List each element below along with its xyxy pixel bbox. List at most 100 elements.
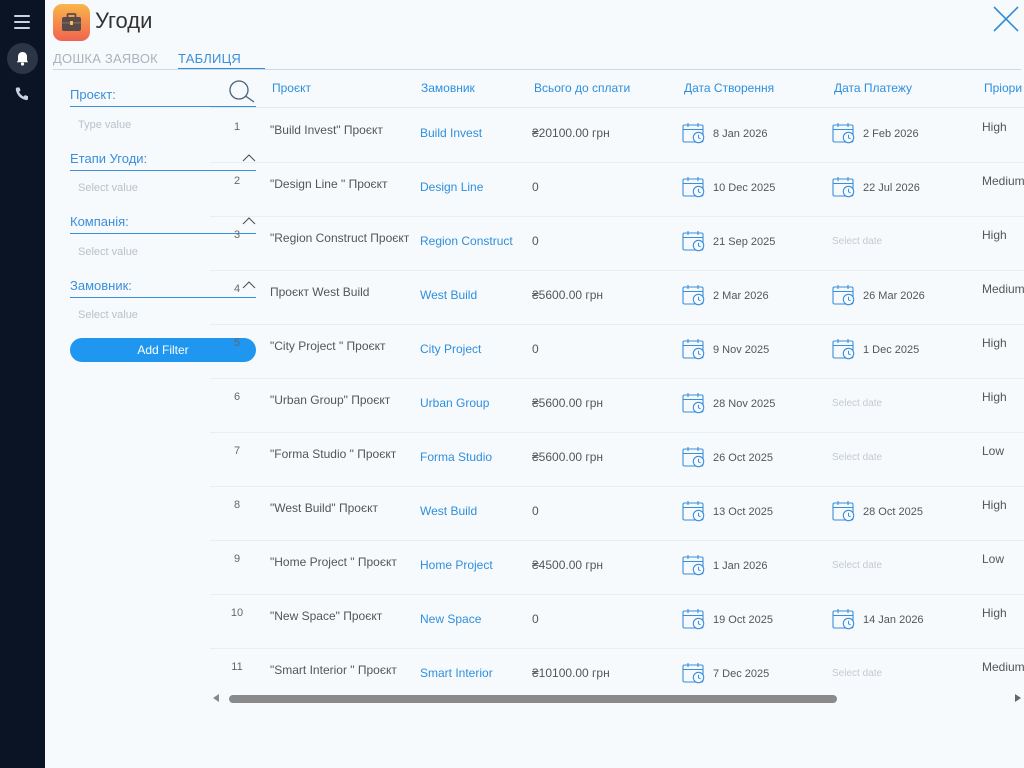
column-header-total-due[interactable]: Всього до сплати [534, 81, 630, 95]
calendar-clock-icon[interactable] [682, 661, 706, 685]
payment-date-placeholder[interactable]: Select date [832, 398, 882, 409]
project-name[interactable]: "Region Construct Проєкт [270, 232, 410, 245]
calendar-clock-icon[interactable] [832, 175, 856, 199]
calendar-clock-icon[interactable] [682, 391, 706, 415]
customer-link[interactable]: Design Line [420, 180, 483, 194]
priority-value[interactable]: Medium [982, 660, 1024, 674]
horizontal-scrollbar[interactable] [213, 692, 1021, 706]
customer-link[interactable]: Smart Interior [420, 666, 493, 680]
created-date-picker[interactable]: 8 Jan 2026 [682, 121, 812, 149]
calendar-clock-icon[interactable] [682, 337, 706, 361]
column-header-payment-date[interactable]: Дата Платежу [834, 81, 912, 95]
search-icon[interactable] [227, 79, 255, 103]
close-icon[interactable] [992, 5, 1020, 33]
priority-value[interactable]: High [982, 120, 1007, 134]
payment-date-picker[interactable]: 2 Feb 2026 [832, 121, 962, 149]
project-name[interactable]: "City Project " Проєкт [270, 340, 410, 353]
payment-date-picker[interactable]: 26 Mar 2026 [832, 283, 962, 311]
priority-value[interactable]: High [982, 336, 1007, 350]
table-row[interactable]: 11 "Smart Interior " Проєкт Smart Interior… [210, 649, 1024, 690]
menu-icon[interactable] [14, 15, 30, 29]
table-row[interactable]: 7 "Forma Studio " Проєкт Forma Studio ₴5600… [210, 433, 1024, 487]
project-name[interactable]: "Forma Studio " Проєкт [270, 448, 410, 461]
table-row[interactable]: 4 Проєкт West Build West Build ₴5600.00 грн… [210, 271, 1024, 325]
filter-company-select[interactable]: Select value [78, 246, 138, 258]
priority-value[interactable]: Medium [982, 282, 1024, 296]
phone-icon[interactable] [14, 86, 30, 102]
payment-date-picker[interactable]: 1 Dec 2025 [832, 337, 962, 365]
priority-value[interactable]: High [982, 390, 1007, 404]
calendar-clock-icon[interactable] [682, 229, 706, 253]
payment-date-placeholder[interactable]: Select date [832, 668, 882, 679]
table-row[interactable]: 5 "City Project " Проєкт City Project 0 9 No… [210, 325, 1024, 379]
table-row[interactable]: 6 "Urban Group" Проєкт Urban Group ₴5600.00… [210, 379, 1024, 433]
calendar-clock-icon[interactable] [832, 337, 856, 361]
calendar-clock-icon[interactable] [682, 553, 706, 577]
payment-date-picker[interactable]: 22 Jul 2026 [832, 175, 962, 203]
calendar-clock-icon[interactable] [832, 607, 856, 631]
calendar-clock-icon[interactable] [682, 499, 706, 523]
calendar-clock-icon[interactable] [832, 499, 856, 523]
project-name[interactable]: "Home Project " Проєкт [270, 556, 410, 569]
filter-customer-select[interactable]: Select value [78, 309, 138, 321]
column-header-created-date[interactable]: Дата Створення [684, 81, 774, 95]
customer-link[interactable]: Forma Studio [420, 450, 492, 464]
calendar-clock-icon[interactable] [682, 607, 706, 631]
column-header-project[interactable]: Проєкт [272, 81, 311, 95]
calendar-clock-icon[interactable] [682, 283, 706, 307]
customer-link[interactable]: West Build [420, 504, 477, 518]
filter-deal-stages-select[interactable]: Select value [78, 182, 138, 194]
table-row[interactable]: 8 "West Build" Проєкт West Build 0 13 Oct 20… [210, 487, 1024, 541]
created-date-picker[interactable]: 28 Nov 2025 [682, 391, 812, 419]
filter-project-input[interactable]: Type value [78, 119, 131, 131]
project-name[interactable]: "West Build" Проєкт [270, 502, 410, 515]
created-date-picker[interactable]: 19 Oct 2025 [682, 607, 812, 635]
column-header-customer[interactable]: Замовник [421, 81, 475, 95]
table-row[interactable]: 10 "New Space" Проєкт New Space 0 19 Oct 202… [210, 595, 1024, 649]
payment-date-picker[interactable]: 14 Jan 2026 [832, 607, 962, 635]
scrollbar-thumb[interactable] [229, 695, 837, 703]
priority-value[interactable]: High [982, 498, 1007, 512]
priority-value[interactable]: High [982, 228, 1007, 242]
customer-link[interactable]: City Project [420, 342, 481, 356]
created-date-picker[interactable]: 2 Mar 2026 [682, 283, 812, 311]
scroll-left-arrow-icon[interactable] [213, 694, 219, 702]
table-row[interactable]: 9 "Home Project " Проєкт Home Project ₴4500… [210, 541, 1024, 595]
table-row[interactable]: 3 "Region Construct Проєкт Region Construc… [210, 217, 1024, 271]
tab-requests-board[interactable]: ДОШКА ЗАЯВОК [53, 51, 158, 66]
created-date-picker[interactable]: 10 Dec 2025 [682, 175, 812, 203]
created-date-picker[interactable]: 26 Oct 2025 [682, 445, 812, 473]
project-name[interactable]: "Build Invest" Проєкт [270, 124, 410, 137]
calendar-clock-icon[interactable] [682, 121, 706, 145]
scroll-right-arrow-icon[interactable] [1015, 694, 1021, 702]
priority-value[interactable]: High [982, 606, 1007, 620]
project-name[interactable]: "Smart Interior " Проєкт [270, 664, 410, 677]
customer-link[interactable]: West Build [420, 288, 477, 302]
payment-date-placeholder[interactable]: Select date [832, 452, 882, 463]
created-date-picker[interactable]: 13 Oct 2025 [682, 499, 812, 527]
customer-link[interactable]: Region Construct [420, 234, 513, 248]
tab-table[interactable]: ТАБЛИЦЯ [178, 51, 265, 70]
project-name[interactable]: "Design Line " Проєкт [270, 178, 410, 191]
calendar-clock-icon[interactable] [832, 121, 856, 145]
customer-link[interactable]: Home Project [420, 558, 493, 572]
calendar-clock-icon[interactable] [682, 175, 706, 199]
priority-value[interactable]: Low [982, 552, 1004, 566]
payment-date-placeholder[interactable]: Select date [832, 560, 882, 571]
project-name[interactable]: "Urban Group" Проєкт [270, 394, 410, 407]
column-header-priority[interactable]: Пріори [984, 81, 1022, 95]
created-date-picker[interactable]: 9 Nov 2025 [682, 337, 812, 365]
notifications-button[interactable] [7, 43, 38, 74]
payment-date-placeholder[interactable]: Select date [832, 236, 882, 247]
project-name[interactable]: Проєкт West Build [270, 286, 410, 299]
table-row[interactable]: 2 "Design Line " Проєкт Design Line 0 10 Dec… [210, 163, 1024, 217]
priority-value[interactable]: Low [982, 444, 1004, 458]
table-row[interactable]: 1 "Build Invest" Проєкт Build Invest ₴20100… [210, 109, 1024, 163]
priority-value[interactable]: Medium [982, 174, 1024, 188]
project-name[interactable]: "New Space" Проєкт [270, 610, 410, 623]
customer-link[interactable]: Urban Group [420, 396, 489, 410]
calendar-clock-icon[interactable] [682, 445, 706, 469]
customer-link[interactable]: Build Invest [420, 126, 482, 140]
created-date-picker[interactable]: 1 Jan 2026 [682, 553, 812, 581]
calendar-clock-icon[interactable] [832, 283, 856, 307]
